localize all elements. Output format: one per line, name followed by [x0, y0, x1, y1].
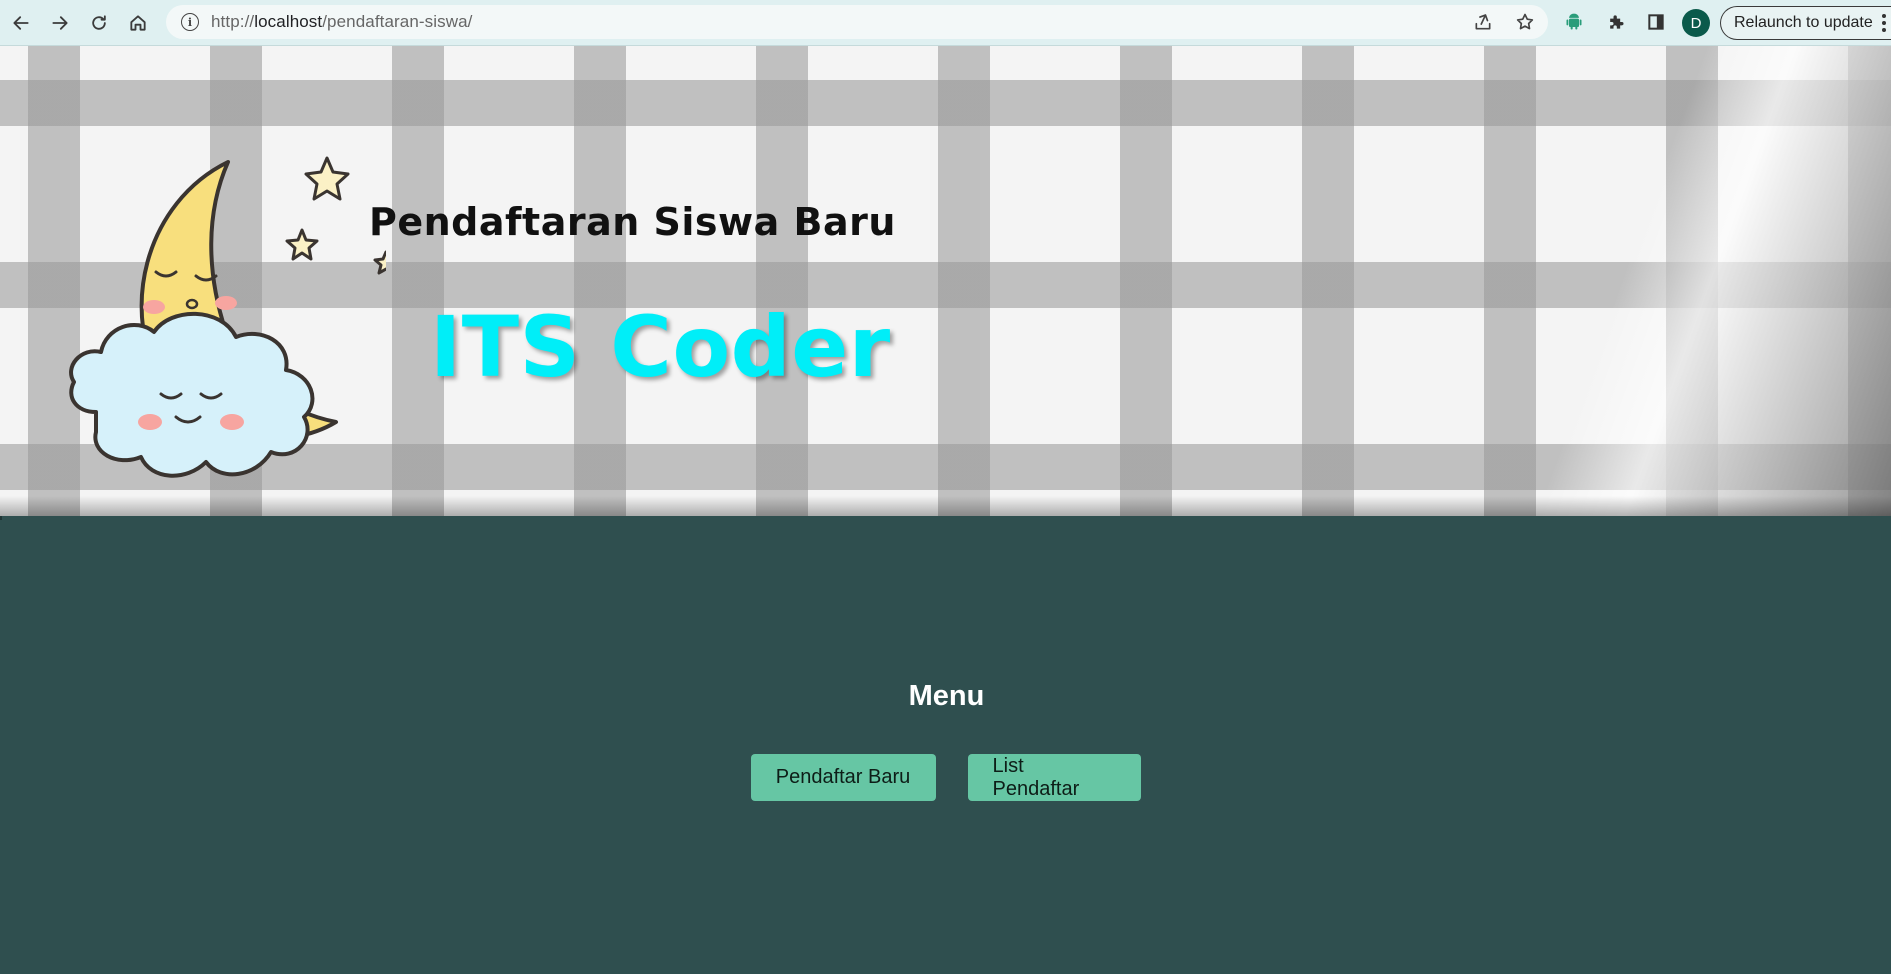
puzzle-icon: [1610, 15, 1624, 29]
moon-cloud-mascot: [69, 156, 386, 478]
kebab-menu-icon[interactable]: [1881, 14, 1887, 32]
main-content: Menu Pendaftar Baru List Pendaftar: [2, 516, 1891, 974]
menu-heading: Menu: [908, 680, 985, 712]
back-arrow-icon: [13, 15, 29, 30]
url-text[interactable]: http://localhost/pendaftaran-siswa/: [211, 12, 473, 32]
home-icon: [130, 14, 146, 31]
address-bar[interactable]: i http://localhost/pendaftaran-siswa/: [166, 5, 1548, 39]
pendaftar-baru-button[interactable]: Pendaftar Baru: [750, 754, 936, 801]
brand-title: ITS Coder: [430, 298, 891, 396]
share-icon: [1475, 14, 1491, 30]
browser-toolbar: i http://localhost/pendaftaran-siswa/ D …: [0, 0, 1891, 46]
profile-avatar[interactable]: D: [1682, 9, 1710, 37]
header-banner: Pendaftaran Siswa Baru ITS Coder: [0, 46, 1891, 516]
info-icon[interactable]: i: [181, 13, 199, 31]
bookmark-button[interactable]: [1512, 9, 1538, 35]
reload-icon: [92, 14, 106, 30]
star-icon: [1516, 13, 1534, 30]
url-scheme: http://: [211, 12, 255, 31]
android-extension-button[interactable]: [1558, 6, 1590, 38]
reload-button[interactable]: [81, 5, 117, 41]
side-panel-icon: [1648, 14, 1664, 30]
list-pendaftar-button[interactable]: List Pendaftar: [967, 754, 1141, 801]
relaunch-label: Relaunch to update: [1734, 14, 1873, 31]
share-button[interactable]: [1470, 9, 1496, 35]
forward-arrow-icon: [52, 15, 68, 30]
android-icon: [1566, 13, 1582, 30]
url-host: localhost: [254, 12, 323, 31]
page-subtitle: Pendaftaran Siswa Baru: [369, 200, 896, 244]
back-button[interactable]: [3, 5, 39, 41]
menu-buttons: Pendaftar Baru List Pendaftar: [2, 754, 1891, 801]
home-button[interactable]: [120, 5, 156, 41]
url-path: /pendaftaran-siswa/: [322, 12, 473, 31]
forward-button[interactable]: [42, 5, 78, 41]
side-panel-button[interactable]: [1640, 6, 1672, 38]
relaunch-button[interactable]: Relaunch to update: [1720, 6, 1891, 40]
extensions-button[interactable]: [1600, 6, 1632, 38]
